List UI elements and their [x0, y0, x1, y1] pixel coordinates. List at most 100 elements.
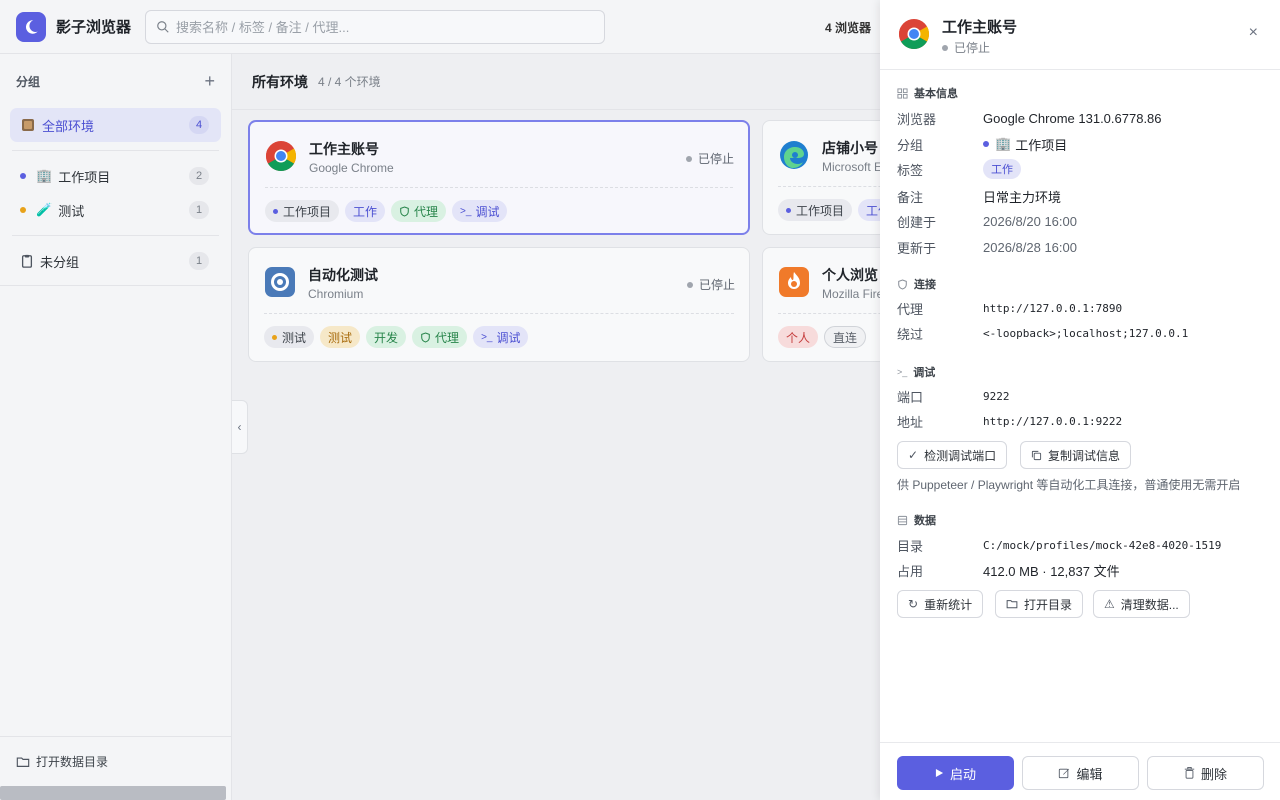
- play-icon: [935, 768, 944, 778]
- field-tags: 标签 工作: [897, 158, 1267, 180]
- tag: 个人: [778, 326, 819, 348]
- top-bar: 影子浏览器 4 浏览器: [0, 0, 880, 54]
- field-label: 端口: [897, 389, 924, 405]
- field-label: 代理: [897, 301, 924, 317]
- group-color-dot: [983, 141, 989, 147]
- field-label: 浏览器: [897, 111, 937, 127]
- section-basic-info: 基本信息: [897, 85, 958, 101]
- app-logo: [16, 11, 46, 42]
- field-value: <-loopback>;localhost;127.0.0.1: [983, 326, 1189, 340]
- check-debug-port-button[interactable]: ✓ 检测调试端口: [897, 441, 1008, 469]
- open-directory-button[interactable]: 打开目录: [995, 590, 1084, 618]
- group-tag: 测试: [264, 326, 315, 348]
- tag-text: 工作项目: [796, 203, 845, 218]
- env-count: 4 / 4 个环境: [318, 75, 381, 89]
- status-badge: 已停止: [686, 276, 735, 293]
- count-badge: 1: [189, 201, 209, 219]
- group-color-dot: [20, 207, 26, 213]
- edit-button[interactable]: 编辑: [1022, 756, 1139, 790]
- search-icon: [157, 21, 169, 33]
- browser-count[interactable]: 4 浏览器: [825, 19, 871, 36]
- close-icon[interactable]: ×: [1249, 24, 1258, 42]
- sidebar-item-test[interactable]: 🧪 测试 1: [10, 193, 221, 227]
- sidebar-item-label: 未分组: [40, 254, 80, 270]
- moon-icon: [25, 19, 38, 34]
- env-browser: Microsoft Edge: [822, 160, 880, 174]
- section-title: 调试: [913, 367, 936, 379]
- env-card-work-main[interactable]: 工作主账号 Google Chrome 已停止 工作项目 工作 代理 >_ 调试: [248, 120, 750, 235]
- button-label: 清理数据...: [1120, 597, 1179, 612]
- sidebar-item-ungrouped[interactable]: 未分组 1: [10, 244, 221, 278]
- field-directory: 目录 C:/mock/profiles/mock-42e8-4020-1519: [897, 534, 1267, 556]
- tag-list: 个人 直连: [778, 326, 867, 348]
- copy-debug-info-button[interactable]: 复制调试信息: [1020, 441, 1132, 469]
- tag: 工作: [345, 200, 386, 222]
- button-label: 重新统计: [924, 597, 973, 612]
- status-badge: 已停止: [942, 39, 990, 56]
- button-label: 复制调试信息: [1048, 448, 1121, 463]
- proxy-tag: 代理: [391, 200, 447, 222]
- horizontal-scrollbar[interactable]: [0, 786, 226, 800]
- sidebar-item-all[interactable]: 全部环境 4: [10, 108, 221, 142]
- page-title: 所有环境: [252, 73, 308, 90]
- delete-button[interactable]: 删除: [1147, 756, 1264, 790]
- field-value: Google Chrome 131.0.6778.86: [983, 110, 1162, 126]
- section-debug: >_ 调试: [897, 364, 935, 380]
- tag-text: 开发: [374, 330, 399, 345]
- button-label: 删除: [1200, 766, 1227, 782]
- recount-button[interactable]: ↻ 重新统计: [897, 590, 984, 618]
- field-port: 端口 9222: [897, 385, 1267, 407]
- section-title: 基本信息: [914, 88, 958, 100]
- tag-list: 工作项目 工作: [778, 199, 880, 221]
- trash-icon: [1184, 767, 1195, 779]
- clear-data-button[interactable]: ⚠ 清理数据...: [1093, 590, 1190, 618]
- divider: [12, 150, 219, 151]
- env-card-shop[interactable]: 店铺小号 Microsoft Edge 工作项目 工作: [762, 120, 880, 235]
- group-emoji: 🏢: [36, 168, 53, 183]
- field-label: 标签: [897, 162, 924, 178]
- open-data-dir-button[interactable]: 打开数据目录: [0, 736, 232, 786]
- tag-text: 调试: [496, 330, 521, 345]
- button-label: 打开目录: [1024, 597, 1073, 612]
- divider: [12, 235, 219, 236]
- field-browser: 浏览器 Google Chrome 131.0.6778.86: [897, 107, 1267, 129]
- tag-text: 调试: [475, 204, 500, 219]
- sidebar-item-label: 工作项目: [58, 169, 111, 185]
- field-note: 备注 日常主力环境: [897, 185, 1267, 207]
- env-browser: Google Chrome: [309, 161, 394, 175]
- collapse-sidebar-button[interactable]: ‹: [232, 400, 248, 454]
- field-value: 412.0 MB · 12,837 文件: [983, 563, 1120, 579]
- sidebar-item-work[interactable]: 🏢 工作项目 2: [10, 159, 221, 193]
- tag: 工作: [983, 159, 1021, 179]
- field-label: 目录: [897, 538, 924, 554]
- warning-icon: ⚠: [1104, 597, 1115, 611]
- add-group-button[interactable]: +: [204, 71, 215, 92]
- chromium-icon: [265, 267, 295, 297]
- search-input[interactable]: [176, 19, 596, 35]
- panel-header: 工作主账号 已停止 ×: [880, 0, 1280, 70]
- debug-tag: >_ 调试: [452, 200, 508, 222]
- field-group: 分组 🏢 工作项目: [897, 133, 1267, 155]
- app-title: 影子浏览器: [56, 19, 132, 36]
- terminal-icon: >_: [897, 367, 908, 377]
- field-bypass: 绕过 <-loopback>;localhost;127.0.0.1: [897, 322, 1267, 344]
- detail-panel: 工作主账号 已停止 × 基本信息 浏览器 Google Chrome 131.0…: [880, 0, 1280, 800]
- tag-text: 工作: [866, 203, 880, 218]
- start-button[interactable]: 启动: [897, 756, 1014, 790]
- clipboard-icon: [20, 254, 34, 268]
- shield-icon: [897, 278, 908, 290]
- env-card-personal[interactable]: 个人浏览 Mozilla Firefox 个人 直连: [762, 247, 880, 362]
- search-box[interactable]: [145, 10, 605, 44]
- sidebar-item-label: 全部环境: [42, 118, 95, 134]
- env-name: 店铺小号: [822, 140, 878, 156]
- tag-text: 工作项目: [283, 204, 332, 219]
- divider: [0, 285, 232, 286]
- groups-header: 分组 +: [0, 54, 231, 108]
- chevron-left-icon: ‹: [237, 420, 242, 434]
- count-badge: 1: [189, 252, 209, 270]
- env-card-automation[interactable]: 自动化测试 Chromium 已停止 测试 测试 开发 代理 >_ 调试: [248, 247, 750, 362]
- group-tag: 工作项目: [778, 199, 853, 221]
- env-browser: Chromium: [308, 287, 364, 301]
- button-label: 检测调试端口: [924, 448, 997, 463]
- count-badge: 2: [189, 167, 209, 185]
